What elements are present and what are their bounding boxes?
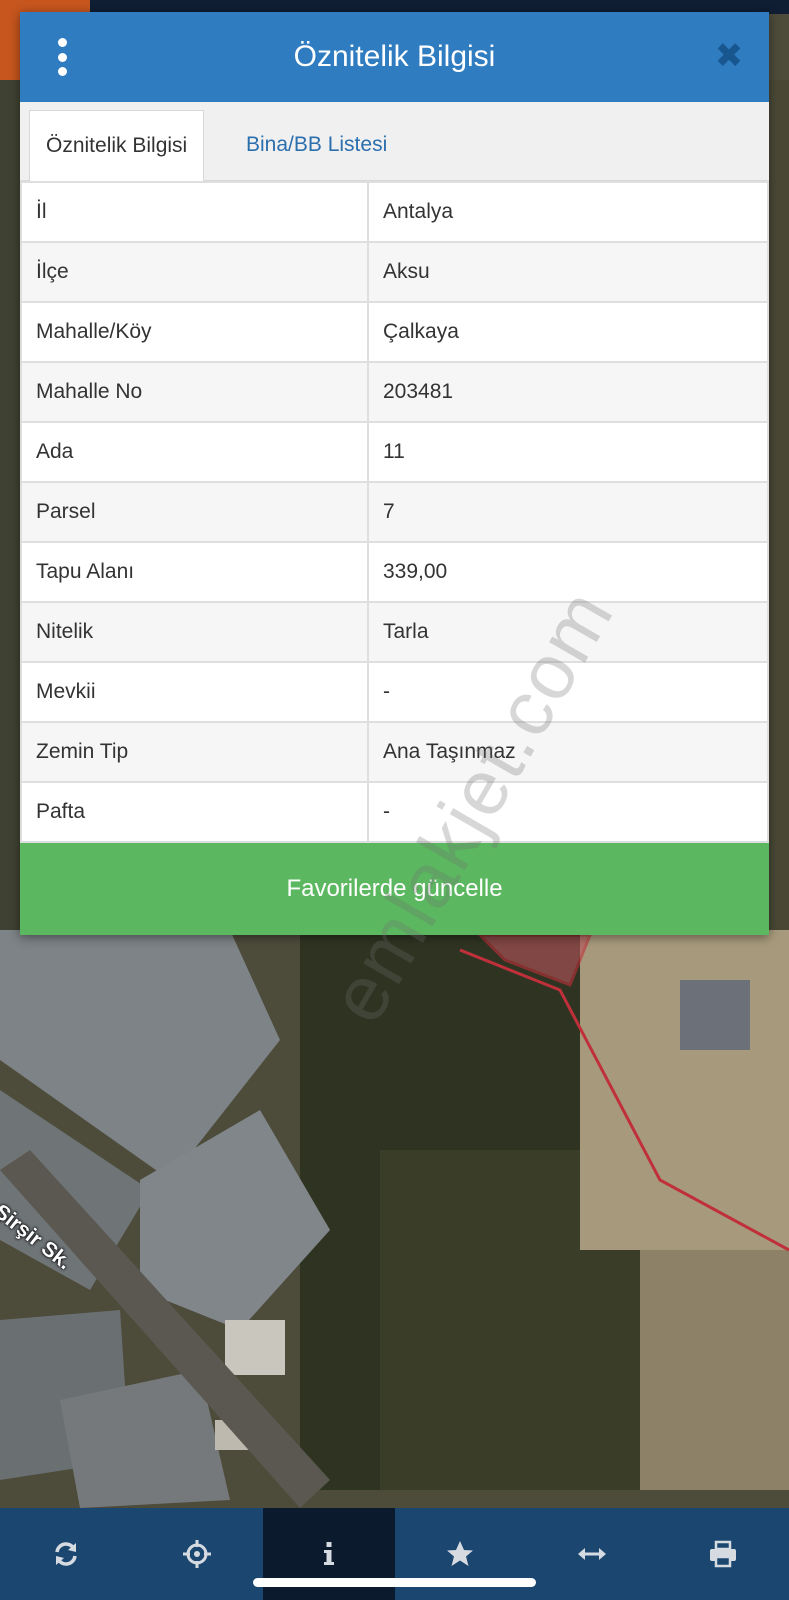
refresh-icon <box>55 1542 77 1566</box>
attribute-value: - <box>367 781 769 843</box>
attribute-key: Tapu Alanı <box>20 541 369 603</box>
info-icon <box>323 1542 334 1565</box>
dialog-title: Öznitelik Bilgisi <box>293 40 496 73</box>
attribute-key: Ada <box>20 421 369 483</box>
attribute-value: 339,00 <box>367 541 769 603</box>
update-favorites-button[interactable]: Favorilerde güncelle <box>20 843 769 935</box>
star-icon <box>447 1541 474 1566</box>
attribute-key: Mahalle No <box>20 361 369 423</box>
attribute-value: 7 <box>367 481 769 543</box>
print-icon <box>710 1540 737 1568</box>
crosshair-icon <box>183 1540 212 1568</box>
attribute-row: Zemin Tip Ana Taşınmaz <box>20 721 769 783</box>
attribute-row: Mahalle/Köy Çalkaya <box>20 301 769 363</box>
refresh-button[interactable] <box>0 1508 132 1600</box>
attribute-value: Antalya <box>367 181 769 243</box>
dialog-tabs: Öznitelik Bilgisi Bina/BB Listesi <box>20 102 769 181</box>
attribute-row: Nitelik Tarla <box>20 601 769 663</box>
attribute-row: Mahalle No 203481 <box>20 361 769 423</box>
attribute-key: İl <box>20 181 369 243</box>
attribute-row: İlçe Aksu <box>20 241 769 303</box>
attribute-value: 203481 <box>367 361 769 423</box>
locate-button[interactable] <box>132 1508 264 1600</box>
attribute-row: İl Antalya <box>20 181 769 243</box>
measure-icon <box>577 1548 606 1560</box>
home-indicator <box>253 1578 536 1587</box>
attribute-key: Mahalle/Köy <box>20 301 369 363</box>
more-vertical-icon[interactable] <box>50 38 74 76</box>
attribute-value: Aksu <box>367 241 769 303</box>
attribute-row: Tapu Alanı 339,00 <box>20 541 769 603</box>
attribute-row: Mevkii - <box>20 661 769 723</box>
close-icon[interactable]: ✖ <box>711 37 747 75</box>
attribute-key: Zemin Tip <box>20 721 369 783</box>
attribute-value: Tarla <box>367 601 769 663</box>
tab-building-list[interactable]: Bina/BB Listesi <box>230 110 403 180</box>
attribute-value: Ana Taşınmaz <box>367 721 769 783</box>
attribute-table: İl Antalya İlçe Aksu Mahalle/Köy Çalkaya Mahal… <box>20 181 769 843</box>
attribute-row: Parsel 7 <box>20 481 769 543</box>
measure-button[interactable] <box>526 1508 658 1600</box>
attribute-value: Çalkaya <box>367 301 769 363</box>
attribute-info-dialog: Öznitelik Bilgisi ✖ Öznitelik Bilgisi Bi… <box>20 12 769 935</box>
attribute-value: - <box>367 661 769 723</box>
attribute-key: Pafta <box>20 781 369 843</box>
attribute-row: Pafta - <box>20 781 769 843</box>
attribute-key: İlçe <box>20 241 369 303</box>
tab-attribute-info[interactable]: Öznitelik Bilgisi <box>29 110 205 181</box>
dialog-header: Öznitelik Bilgisi ✖ <box>20 12 769 102</box>
print-button[interactable] <box>658 1508 789 1600</box>
attribute-key: Parsel <box>20 481 369 543</box>
attribute-key: Mevkii <box>20 661 369 723</box>
attribute-key: Nitelik <box>20 601 369 663</box>
attribute-row: Ada 11 <box>20 421 769 483</box>
attribute-value: 11 <box>367 421 769 483</box>
